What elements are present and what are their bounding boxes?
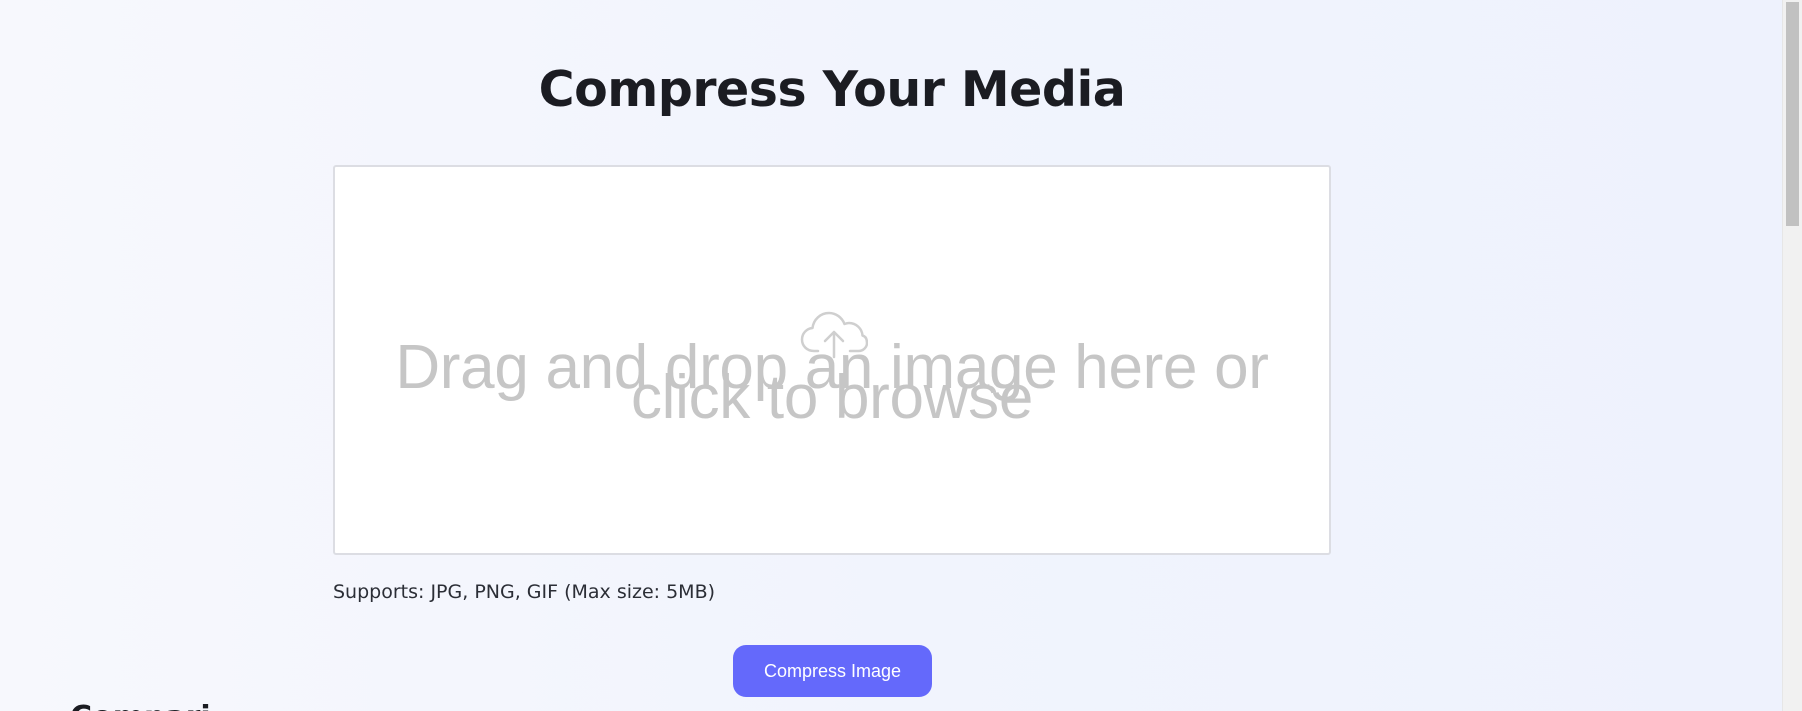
page-title: Compress Your Media <box>538 61 1126 118</box>
scrollbar-thumb[interactable] <box>1786 2 1799 226</box>
dropzone-instructions: Drag and drop an image here or click to … <box>395 333 1269 432</box>
supported-formats-note: Supports: JPG, PNG, GIF (Max size: 5MB) <box>333 581 716 603</box>
compress-image-button[interactable]: Compress Image <box>733 645 932 697</box>
page-scrollbar[interactable] <box>1782 0 1802 711</box>
image-dropzone[interactable]: Drag and drop an image here or click to … <box>333 165 1331 555</box>
comparison-section-heading: Compari <box>70 700 211 711</box>
